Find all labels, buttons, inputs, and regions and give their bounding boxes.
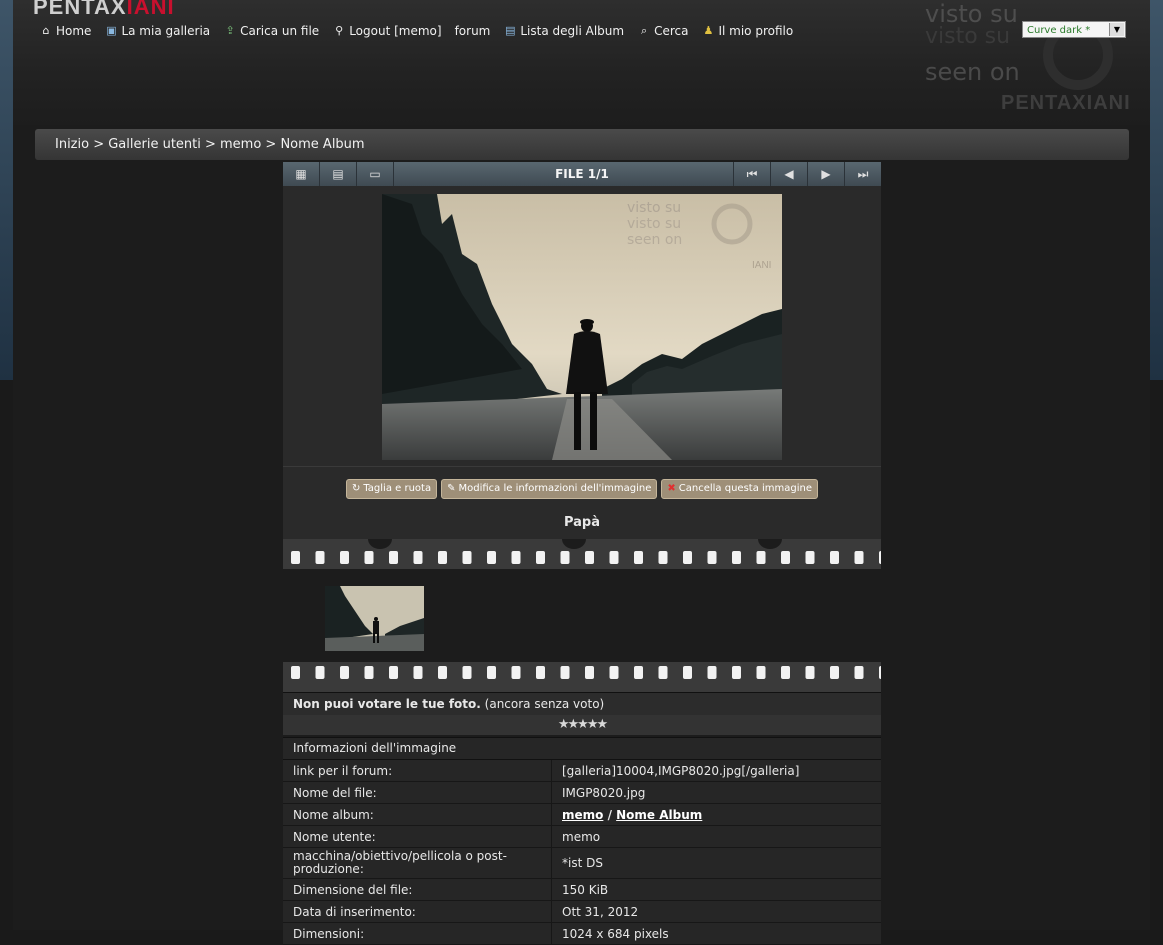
prev-icon: ◀ bbox=[784, 167, 794, 181]
pencil-icon: ✎ bbox=[447, 483, 456, 494]
image-viewer: ▦ ▤ ▭ FILE 1/1 ⏮ ◀ ▶ ⏭ visto su visto su… bbox=[283, 162, 881, 945]
image-caption: Papà bbox=[283, 511, 881, 539]
rating-stars: ★★★★★ bbox=[283, 715, 881, 735]
album-list-icon: ▤ bbox=[505, 24, 516, 37]
upload-icon: ⇪ bbox=[225, 24, 235, 37]
delete-icon: ✖ bbox=[667, 483, 676, 494]
header: PENTAXIANI ⌂ Home ▣ La mia galleria ⇪ Caric… bbox=[13, 0, 1150, 125]
filmstrip bbox=[283, 539, 881, 692]
slideshow-icon: ▭ bbox=[369, 167, 381, 181]
table-row: macchina/obiettivo/pellicola o post-prod… bbox=[283, 847, 881, 879]
nav-logout[interactable]: ⚲ Logout [memo] bbox=[332, 24, 441, 38]
info-button[interactable]: ▤ bbox=[320, 162, 357, 186]
prev-button[interactable]: ◀ bbox=[770, 162, 807, 186]
table-row: Nome utente: memo bbox=[283, 825, 881, 848]
table-row: Nome album: memo / Nome Album bbox=[283, 803, 881, 826]
thumbnail-row bbox=[283, 569, 881, 662]
svg-text:visto su: visto su bbox=[627, 200, 681, 216]
rotate-icon: ↻ bbox=[351, 483, 361, 494]
search-icon: ⌕ bbox=[640, 24, 648, 37]
nav-search[interactable]: ⌕ Cerca bbox=[637, 24, 688, 38]
nav-album-list[interactable]: ▤ Lista degli Album bbox=[503, 24, 624, 38]
main-photo[interactable]: visto su visto su seen on IANI bbox=[382, 194, 782, 460]
home-icon: ⌂ bbox=[42, 24, 50, 37]
page-container: PENTAXIANI ⌂ Home ▣ La mia galleria ⇪ Caric… bbox=[13, 0, 1150, 945]
table-row: Nome del file: IMGP8020.jpg bbox=[283, 781, 881, 804]
info-header: Informazioni dell'immagine bbox=[283, 737, 881, 760]
crop-rotate-button[interactable]: ↻ Taglia e ruota bbox=[345, 479, 438, 499]
viewer-toolbar: ▦ ▤ ▭ FILE 1/1 ⏮ ◀ ▶ ⏭ bbox=[283, 162, 881, 186]
fast-forward-icon: ⏭ bbox=[857, 166, 869, 181]
thumbnails-button[interactable]: ▦ bbox=[283, 162, 320, 186]
thumbnails-icon: ▦ bbox=[295, 167, 307, 181]
rewind-icon: ⏮ bbox=[746, 166, 758, 181]
chevron-down-icon: ▼ bbox=[1109, 23, 1124, 36]
site-logo[interactable]: PENTAXIANI bbox=[33, 0, 175, 20]
svg-text:seen on: seen on bbox=[627, 232, 682, 248]
photo-area: visto su visto su seen on IANI bbox=[283, 186, 881, 467]
album-link[interactable]: Nome Album bbox=[616, 808, 702, 822]
delete-image-button[interactable]: ✖ Cancella questa immagine bbox=[661, 479, 819, 499]
first-button[interactable]: ⏮ bbox=[733, 162, 770, 186]
next-button[interactable]: ▶ bbox=[807, 162, 844, 186]
image-actions: ↻ Taglia e ruota ✎ Modifica le informazion… bbox=[283, 467, 881, 511]
watermark: visto su visto su seen on PENTAXIANI bbox=[925, 0, 1131, 114]
vote-notice: Non puoi votare le tue foto. (ancora sen… bbox=[283, 692, 881, 715]
nav-forum[interactable]: forum bbox=[455, 24, 491, 38]
main-nav: ⌂ Home ▣ La mia galleria ⇪ Carica un file ⚲… bbox=[39, 24, 806, 38]
table-row: Dimensione del file: 150 KiB bbox=[283, 878, 881, 901]
nav-upload[interactable]: ⇪ Carica un file bbox=[223, 24, 320, 38]
gallery-icon: ▣ bbox=[106, 24, 117, 37]
theme-select[interactable]: Curve dark * ▼ bbox=[1022, 21, 1126, 38]
nav-my-gallery[interactable]: ▣ La mia galleria bbox=[104, 24, 210, 38]
table-row: Dimensioni: 1024 x 684 pixels bbox=[283, 922, 881, 945]
profile-icon: ♟ bbox=[703, 24, 714, 37]
table-row: link per il forum: [galleria]10004,IMGP80… bbox=[283, 760, 881, 782]
film-top bbox=[283, 539, 881, 569]
info-icon: ▤ bbox=[332, 167, 344, 181]
slideshow-button[interactable]: ▭ bbox=[357, 162, 394, 186]
film-bottom bbox=[283, 662, 881, 692]
edit-info-button[interactable]: ✎ Modifica le informazioni dell'immagine bbox=[441, 479, 658, 499]
info-table: link per il forum: [galleria]10004,IMGP80… bbox=[283, 760, 881, 945]
logout-icon: ⚲ bbox=[335, 24, 344, 37]
breadcrumb: Inizio > Gallerie utenti > memo > Nome A… bbox=[35, 129, 1129, 160]
thumbnail-image[interactable] bbox=[325, 586, 424, 651]
next-icon: ▶ bbox=[821, 167, 831, 181]
table-row: Data di inserimento: Ott 31, 2012 bbox=[283, 900, 881, 923]
user-album-link[interactable]: memo bbox=[562, 808, 603, 822]
svg-text:IANI: IANI bbox=[752, 260, 771, 271]
last-button[interactable]: ⏭ bbox=[844, 162, 881, 186]
svg-text:visto su: visto su bbox=[627, 216, 681, 232]
nav-home[interactable]: ⌂ Home bbox=[39, 24, 92, 38]
nav-profile[interactable]: ♟ Il mio profilo bbox=[701, 24, 794, 38]
